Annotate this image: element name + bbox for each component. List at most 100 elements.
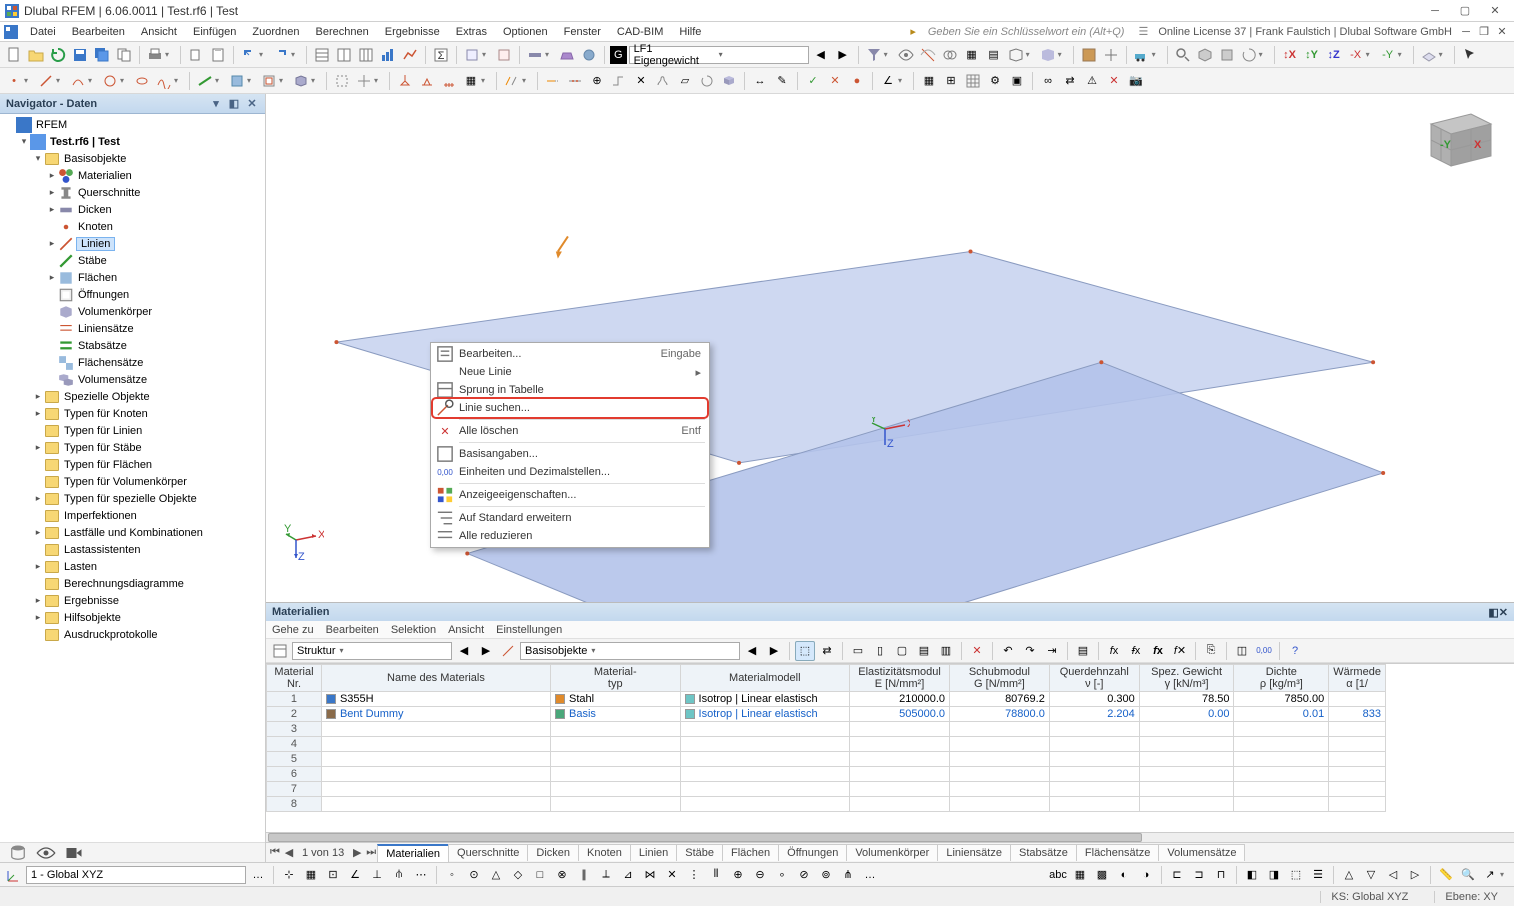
vis-3[interactable]: ⬚ (1286, 865, 1306, 885)
opening-button[interactable] (259, 71, 279, 91)
visibility-button[interactable] (896, 45, 916, 65)
viewport[interactable]: XYZ XYZ -Y X Bearbeiten...Eingabe Neue L… (266, 94, 1514, 862)
render-3[interactable]: ▩ (1092, 865, 1112, 885)
table-button[interactable] (312, 45, 332, 65)
navigator-dock-button[interactable]: ▾ (209, 97, 223, 111)
ctx-jump-table[interactable]: Sprung in Tabelle (433, 381, 707, 399)
tree-spezielle-objekte[interactable]: ▸Spezielle Objekte (0, 388, 265, 405)
lc-toggle-4[interactable] (557, 45, 577, 65)
panel-copy[interactable]: ⎘ (1201, 641, 1221, 661)
panel-fx-del[interactable]: fx (1126, 641, 1146, 661)
osnap-3[interactable]: △ (486, 865, 506, 885)
panel-basis-icon[interactable] (498, 641, 518, 661)
tree-dicken[interactable]: ▸Dicken (0, 201, 265, 218)
undo-dropdown[interactable]: ▾ (259, 50, 267, 59)
menu-ansicht[interactable]: Ansicht (133, 24, 185, 40)
solid-button[interactable] (1038, 45, 1058, 65)
osnap-17[interactable]: ⊘ (794, 865, 814, 885)
union-button[interactable] (940, 45, 960, 65)
tree-oeffnungen[interactable]: Öffnungen (0, 286, 265, 303)
snap-2[interactable]: ▦ (301, 865, 321, 885)
chain-button[interactable] (653, 71, 673, 91)
circle-button[interactable] (100, 71, 120, 91)
axis-negx-button[interactable]: -X (1346, 45, 1366, 65)
layers-button[interactable]: ▤ (984, 45, 1004, 65)
osnap-12[interactable]: ⋮ (684, 865, 704, 885)
tab-first[interactable]: ⏮ (268, 846, 282, 859)
panel-fx[interactable]: fx (1104, 641, 1124, 661)
tree-typen-linien[interactable]: Typen für Linien (0, 422, 265, 439)
ctx-units[interactable]: 0,00Einheiten und Dezimalstellen... (433, 463, 707, 481)
table-row[interactable]: 1 S355H Stahl Isotrop | Linear elastisch… (267, 692, 1386, 707)
lc-toggle-5[interactable] (579, 45, 599, 65)
redo-dropdown[interactable]: ▾ (291, 50, 299, 59)
tab-next[interactable]: ▶ (350, 846, 364, 859)
snap-4[interactable]: ∠ (345, 865, 365, 885)
panel-structure-icon[interactable] (270, 641, 290, 661)
table-row[interactable]: 8 (267, 797, 1386, 812)
tree-lasten[interactable]: ▸Lasten (0, 558, 265, 575)
loadcase-selector[interactable]: G LF1 Eigengewicht▾ (610, 45, 809, 65)
draw-button[interactable]: ✎ (772, 71, 792, 91)
surface-cube-button[interactable] (719, 71, 739, 91)
tree-ergebnisse[interactable]: ▸Ergebnisse (0, 592, 265, 609)
tree-flaechen[interactable]: ▸Flächen (0, 269, 265, 286)
tree-materialien[interactable]: ▸Materialien (0, 167, 265, 184)
hide-button[interactable] (918, 45, 938, 65)
panel-help[interactable]: ? (1285, 641, 1305, 661)
snap-6[interactable]: ⫛ (389, 865, 409, 885)
save-button[interactable] (70, 45, 90, 65)
menu-hilfe[interactable]: Hilfe (671, 24, 709, 40)
osnap-6[interactable]: ⊗ (552, 865, 572, 885)
ctx-search-line[interactable]: Linie suchen... (433, 399, 707, 417)
tree-project[interactable]: ▾Test.rf6 | Test (0, 133, 265, 150)
tree-stabsaetze[interactable]: Stabsätze (0, 337, 265, 354)
table3-button[interactable] (356, 45, 376, 65)
member-button[interactable] (195, 71, 215, 91)
print-dropdown[interactable]: ▾ (165, 50, 173, 59)
cs-icon[interactable] (4, 865, 24, 885)
clip-3[interactable]: ⊓ (1211, 865, 1231, 885)
axis-z-button[interactable]: ↕Z (1324, 45, 1344, 65)
tab-materialien[interactable]: Materialien (377, 844, 449, 862)
mirror-button[interactable]: ⇄ (1060, 71, 1080, 91)
spline-button[interactable] (154, 71, 174, 91)
panel-del[interactable]: ▥ (936, 641, 956, 661)
table-row[interactable]: 3 (267, 722, 1386, 737)
support-button[interactable] (395, 71, 415, 91)
menu-optionen[interactable]: Optionen (495, 24, 556, 40)
line-button[interactable] (36, 71, 56, 91)
tree-linien[interactable]: ▸Linien (0, 235, 265, 252)
panel-combo-basis[interactable]: Basisobjekte▾ (520, 642, 740, 660)
ctx-display[interactable]: Anzeigeeigenschaften... (433, 486, 707, 504)
save-all-button[interactable] (92, 45, 112, 65)
lc-toggle-1[interactable] (462, 45, 482, 65)
panel-dock-button[interactable]: ◧ (1488, 606, 1498, 619)
snap-7[interactable]: ⋯ (411, 865, 431, 885)
tab-liniensaetze[interactable]: Liniensätze (937, 844, 1011, 861)
workplane-button[interactable] (1419, 45, 1439, 65)
zoom-button[interactable]: 🔍 (1458, 865, 1478, 885)
osnap-9[interactable]: ⊿ (618, 865, 638, 885)
ctx-new-line[interactable]: Neue Linie▸ (433, 363, 707, 381)
osnap-5[interactable]: □ (530, 865, 550, 885)
table-row[interactable]: 7 (267, 782, 1386, 797)
tree-typen-knoten[interactable]: ▸Typen für Knoten (0, 405, 265, 422)
rotate-copy-button[interactable] (697, 71, 717, 91)
check-button[interactable]: ✓ (803, 71, 823, 91)
tree-volumensaetze[interactable]: Volumensätze (0, 371, 265, 388)
mdi-restore[interactable]: ❐ (1476, 25, 1492, 39)
select-button[interactable] (332, 71, 352, 91)
lc-toggle-2[interactable] (494, 45, 514, 65)
tab-volumenkoerper[interactable]: Volumenkörper (846, 844, 938, 861)
panel-clr[interactable]: ▢ (892, 641, 912, 661)
calculate-button[interactable]: Σ (431, 45, 451, 65)
cs-settings[interactable]: … (248, 865, 268, 885)
results-button[interactable] (378, 45, 398, 65)
dot-button[interactable]: ● (847, 71, 867, 91)
clip-1[interactable]: ⊏ (1167, 865, 1187, 885)
mesh-button[interactable] (963, 71, 983, 91)
osnap-16[interactable]: ∘ (772, 865, 792, 885)
osnap-15[interactable]: ⊖ (750, 865, 770, 885)
menu-fenster[interactable]: Fenster (556, 24, 609, 40)
